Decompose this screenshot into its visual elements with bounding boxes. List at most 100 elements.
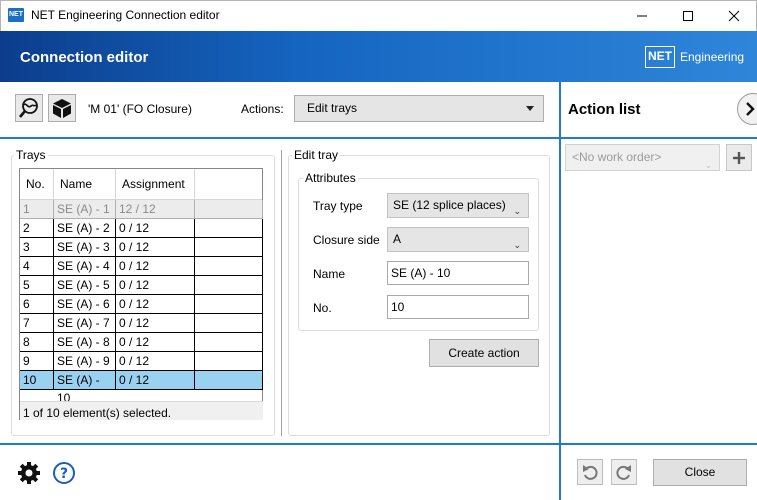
- cell-name: SE (A) - 1: [54, 200, 116, 219]
- redo-button[interactable]: [611, 459, 637, 485]
- create-action-button[interactable]: Create action: [429, 339, 539, 367]
- add-work-order-button[interactable]: [726, 144, 752, 171]
- attributes-group-label: Attributes: [303, 171, 358, 185]
- collapse-panel-button[interactable]: [737, 93, 757, 125]
- close-icon: [728, 10, 740, 21]
- cell-no: 7: [20, 314, 54, 333]
- trays-table[interactable]: No. Name Assignment 1 SE (A) - 1 12 / 12 2 S…: [19, 168, 263, 420]
- closure-side-label: Closure side: [313, 233, 380, 247]
- selection-status: 1 of 10 element(s) selected.: [20, 401, 263, 420]
- tray-type-label: Tray type: [313, 199, 363, 213]
- pane-divider[interactable]: [281, 150, 282, 436]
- cell-assignment: 0 / 12: [116, 333, 195, 352]
- settings-button[interactable]: [15, 459, 43, 487]
- cell-assignment: 0 / 12: [116, 295, 195, 314]
- table-row[interactable]: 5 SE (A) - 50 / 12: [20, 276, 263, 295]
- cell-name: SE (A) - 7: [54, 314, 116, 333]
- plus-icon: [733, 151, 745, 164]
- separator-vertical: [559, 82, 561, 500]
- cell-name: SE (A) - 4: [54, 257, 116, 276]
- closure-side-value: A: [393, 232, 402, 246]
- chevron-down-icon: ⌄: [704, 160, 712, 170]
- cell-empty: [195, 276, 263, 295]
- separator-top: [0, 137, 757, 139]
- table-row[interactable]: 6 SE (A) - 60 / 12: [20, 295, 263, 314]
- cell-assignment: 0 / 12: [116, 314, 195, 333]
- cell-assignment: 0 / 12: [116, 371, 195, 390]
- column-header-name[interactable]: Name: [54, 169, 116, 200]
- page-title: Connection editor: [20, 49, 149, 66]
- name-label: Name: [313, 267, 346, 281]
- table-row[interactable]: 8 SE (A) - 80 / 12: [20, 333, 263, 352]
- column-header-assignment[interactable]: Assignment: [116, 169, 195, 200]
- closure-side-dropdown[interactable]: A ⌄: [387, 227, 529, 252]
- no-field[interactable]: 10: [387, 295, 529, 319]
- undo-icon: [583, 465, 598, 480]
- work-order-dropdown[interactable]: <No work order> ⌄: [565, 144, 720, 171]
- cell-assignment: 12 / 12: [116, 200, 195, 219]
- help-icon: ?: [53, 462, 75, 484]
- object-label: 'M 01' (FO Closure): [88, 102, 192, 116]
- help-button[interactable]: ?: [50, 459, 78, 487]
- action-list-title: Action list: [568, 101, 641, 118]
- table-row[interactable]: 4 SE (A) - 40 / 12: [20, 257, 263, 276]
- cell-empty: [195, 200, 263, 219]
- cell-no: 2: [20, 219, 54, 238]
- cell-assignment: 0 / 12: [116, 219, 195, 238]
- actions-label: Actions:: [241, 102, 284, 116]
- table-row[interactable]: 3 SE (A) - 30 / 12: [20, 238, 263, 257]
- cell-no: 4: [20, 257, 54, 276]
- chevron-down-icon: ⌄: [513, 240, 521, 250]
- window-title: NET Engineering Connection editor: [31, 8, 220, 22]
- trays-group-label: Trays: [14, 148, 48, 162]
- cell-name: SE (A) - 9: [54, 352, 116, 371]
- cell-no: 9: [20, 352, 54, 371]
- cell-no: 8: [20, 333, 54, 352]
- chevron-right-icon: [746, 102, 755, 116]
- table-row[interactable]: 2 SE (A) - 20 / 12: [20, 219, 263, 238]
- object-3d-button[interactable]: [48, 94, 76, 122]
- cell-empty: [195, 333, 263, 352]
- undo-button[interactable]: [577, 459, 603, 485]
- table-row[interactable]: 9 SE (A) - 90 / 12: [20, 352, 263, 371]
- locate-button[interactable]: [15, 94, 43, 122]
- actions-dropdown[interactable]: Edit trays: [294, 95, 544, 122]
- cube-icon: [53, 99, 71, 118]
- tray-type-value: SE (12 splice places): [393, 198, 506, 212]
- cell-name: SE (A) - 6: [54, 295, 116, 314]
- tray-type-dropdown[interactable]: SE (12 splice places) ⌄: [387, 193, 529, 218]
- cell-empty: [195, 238, 263, 257]
- maximize-button[interactable]: [665, 0, 711, 31]
- cell-empty: [195, 257, 263, 276]
- no-label: No.: [313, 301, 332, 315]
- name-field[interactable]: SE (A) - 10: [387, 261, 529, 285]
- cell-name: SE (A) - 8: [54, 333, 116, 352]
- cell-no: 10: [20, 371, 54, 390]
- cell-no: 3: [20, 238, 54, 257]
- table-row[interactable]: 10 SE (A) - 10 0 / 12: [20, 371, 263, 405]
- window-close-button[interactable]: [711, 0, 757, 31]
- cell-empty: [195, 219, 263, 238]
- cell-assignment: 0 / 12: [116, 238, 195, 257]
- brand-logo: NET: [645, 46, 675, 68]
- cell-assignment: 0 / 12: [116, 257, 195, 276]
- redo-icon: [616, 465, 631, 480]
- gear-icon: [18, 462, 40, 484]
- table-header: No. Name Assignment: [20, 169, 262, 200]
- close-button[interactable]: Close: [653, 459, 747, 486]
- chevron-down-icon: ⌄: [513, 206, 521, 216]
- cell-name: SE (A) - 5: [54, 276, 116, 295]
- minimize-button[interactable]: [619, 0, 665, 31]
- minimize-icon: [637, 15, 647, 16]
- svg-text:?: ?: [60, 466, 68, 482]
- cell-name: SE (A) - 10: [54, 371, 116, 405]
- table-row[interactable]: 7 SE (A) - 70 / 12: [20, 314, 263, 333]
- column-header-no[interactable]: No.: [20, 169, 54, 200]
- cell-empty: [195, 352, 263, 371]
- cell-name: SE (A) - 3: [54, 238, 116, 257]
- cell-assignment: 0 / 12: [116, 352, 195, 371]
- actions-dropdown-value: Edit trays: [307, 101, 358, 115]
- edit-tray-group-label: Edit tray: [292, 148, 341, 162]
- table-row[interactable]: 1 SE (A) - 1 12 / 12: [20, 200, 263, 219]
- brand-name: Engineering: [680, 50, 745, 64]
